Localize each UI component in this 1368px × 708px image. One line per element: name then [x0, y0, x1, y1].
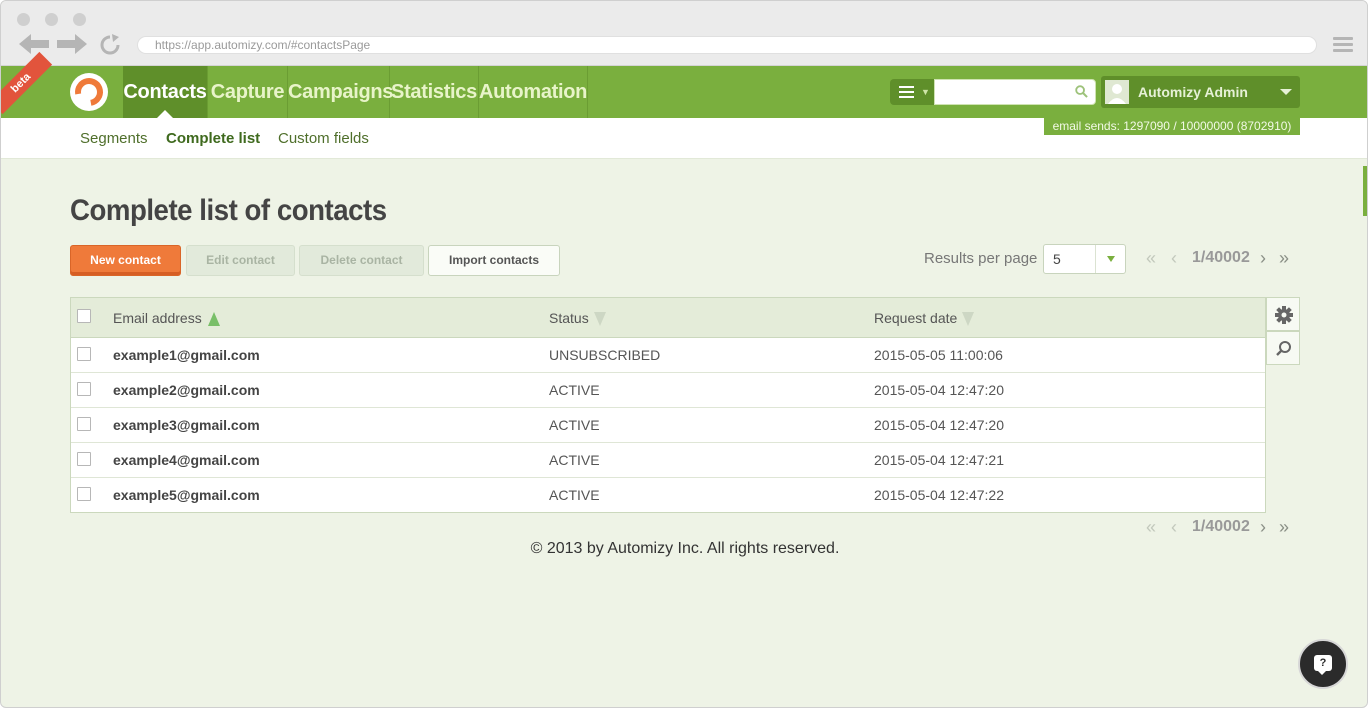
row-email: example3@gmail.com	[113, 417, 260, 433]
browser-window: https://app.automizy.com/#contactsPage b…	[0, 0, 1368, 708]
user-name: Automizy Admin	[1138, 84, 1248, 100]
avatar	[1105, 80, 1129, 104]
url-bar[interactable]: https://app.automizy.com/#contactsPage	[137, 36, 1317, 54]
table-search-button[interactable]	[1266, 331, 1300, 365]
import-contacts-button[interactable]: Import contacts	[428, 245, 560, 276]
row-email: example2@gmail.com	[113, 382, 260, 398]
row-status: ACTIVE	[549, 382, 600, 398]
window-minimize-dot[interactable]	[45, 13, 58, 26]
back-arrow-icon[interactable]	[19, 34, 49, 56]
browser-chrome: https://app.automizy.com/#contactsPage	[1, 1, 1367, 66]
first-page-icon[interactable]: «	[1146, 517, 1156, 537]
row-status: UNSUBSCRIBED	[549, 347, 661, 363]
search-input[interactable]	[941, 80, 1071, 104]
sort-descending-icon	[593, 312, 606, 327]
row-checkbox[interactable]	[77, 417, 91, 431]
row-date: 2015-05-04 12:47:22	[874, 487, 1004, 503]
nav-tab-campaigns[interactable]: Campaigns	[288, 66, 393, 118]
row-email: example5@gmail.com	[113, 487, 260, 503]
email-sends-quota: email sends: 1297090 / 10000000 (8702910…	[1044, 118, 1300, 135]
row-checkbox[interactable]	[77, 452, 91, 466]
window-maximize-dot[interactable]	[73, 13, 86, 26]
row-email: example4@gmail.com	[113, 452, 260, 468]
row-checkbox[interactable]	[77, 347, 91, 361]
results-per-page-label: Results per page	[924, 250, 1038, 267]
pager-bottom-text: 1/40002	[1192, 518, 1250, 535]
table-row[interactable]: example5@gmail.com ACTIVE 2015-05-04 12:…	[71, 478, 1265, 513]
last-page-icon[interactable]: »	[1279, 248, 1289, 268]
nav-tab-contacts[interactable]: Contacts	[123, 66, 208, 118]
table-row[interactable]: example4@gmail.com ACTIVE 2015-05-04 12:…	[71, 443, 1265, 478]
magnifier-icon	[1276, 341, 1291, 356]
table-row[interactable]: example2@gmail.com ACTIVE 2015-05-04 12:…	[71, 373, 1265, 408]
search-box	[934, 79, 1096, 105]
gear-icon	[1275, 306, 1293, 324]
pager-bottom: « ‹ 1/40002 › »	[1146, 517, 1301, 537]
pager-top-text: 1/40002	[1192, 249, 1250, 266]
column-date-header[interactable]: Request date	[874, 298, 975, 338]
quick-menu-button[interactable]: ▼	[890, 79, 934, 105]
page-title: Complete list of contacts	[70, 194, 387, 227]
row-date: 2015-05-04 12:47:20	[874, 382, 1004, 398]
user-icon	[1108, 84, 1126, 104]
first-page-icon[interactable]: «	[1146, 248, 1156, 268]
nav-tab-capture[interactable]: Capture	[208, 66, 288, 118]
next-page-icon[interactable]: ›	[1260, 517, 1266, 537]
row-email: example1@gmail.com	[113, 347, 260, 363]
row-date: 2015-05-05 11:00:06	[874, 347, 1003, 363]
select-chevron-down-icon	[1095, 245, 1125, 273]
row-status: ACTIVE	[549, 452, 600, 468]
column-status-header[interactable]: Status	[549, 298, 606, 338]
app-top-nav: beta Contacts Capture Campaigns Statisti…	[1, 51, 1367, 118]
row-date: 2015-05-04 12:47:21	[874, 452, 1004, 468]
table-settings-button[interactable]	[1266, 297, 1300, 331]
sort-descending-icon	[962, 312, 975, 327]
nav-tab-automation[interactable]: Automation	[479, 66, 588, 118]
table-row[interactable]: example1@gmail.com UNSUBSCRIBED 2015-05-…	[71, 338, 1265, 373]
prev-page-icon[interactable]: ‹	[1171, 248, 1177, 268]
column-email-header[interactable]: Email address	[113, 298, 220, 338]
row-checkbox[interactable]	[77, 382, 91, 396]
row-date: 2015-05-04 12:47:20	[874, 417, 1004, 433]
new-contact-button[interactable]: New contact	[70, 245, 181, 276]
footer-copyright: © 2013 by Automizy Inc. All rights reser…	[530, 540, 840, 557]
scrollbar-thumb[interactable]	[1363, 166, 1367, 216]
subnav-custom-fields[interactable]: Custom fields	[278, 118, 369, 159]
menu-bars-icon	[899, 86, 914, 101]
reload-icon[interactable]	[99, 34, 121, 58]
row-status: ACTIVE	[549, 487, 600, 503]
results-per-page-select[interactable]: 5	[1043, 244, 1126, 274]
help-chat-button[interactable]: ?	[1298, 639, 1348, 689]
table-header: Email address Status Request date	[71, 298, 1265, 338]
prev-page-icon[interactable]: ‹	[1171, 517, 1177, 537]
browser-menu-icon[interactable]	[1333, 37, 1353, 53]
next-page-icon[interactable]: ›	[1260, 248, 1266, 268]
user-menu-chevron-icon	[1280, 89, 1292, 95]
subnav-segments[interactable]: Segments	[80, 118, 148, 159]
pager-top: « ‹ 1/40002 › »	[1146, 248, 1301, 268]
delete-contact-button[interactable]: Delete contact	[299, 245, 424, 276]
search-icon[interactable]	[1075, 85, 1088, 98]
nav-tab-statistics[interactable]: Statistics	[390, 66, 479, 118]
automizy-logo-icon[interactable]	[69, 72, 109, 112]
chevron-down-icon: ▼	[921, 87, 930, 97]
row-status: ACTIVE	[549, 417, 600, 433]
sort-ascending-icon	[207, 312, 220, 327]
row-checkbox[interactable]	[77, 487, 91, 501]
table-row[interactable]: example3@gmail.com ACTIVE 2015-05-04 12:…	[71, 408, 1265, 443]
user-menu[interactable]: Automizy Admin	[1101, 76, 1300, 108]
subnav-complete-list[interactable]: Complete list	[166, 118, 260, 159]
last-page-icon[interactable]: »	[1279, 517, 1289, 537]
contacts-table: Email address Status Request date exampl…	[70, 297, 1266, 513]
select-all-checkbox[interactable]	[77, 309, 91, 323]
edit-contact-button[interactable]: Edit contact	[186, 245, 295, 276]
results-per-page-value: 5	[1053, 251, 1061, 267]
forward-arrow-icon[interactable]	[57, 34, 87, 56]
window-close-dot[interactable]	[17, 13, 30, 26]
help-icon: ?	[1314, 655, 1332, 675]
